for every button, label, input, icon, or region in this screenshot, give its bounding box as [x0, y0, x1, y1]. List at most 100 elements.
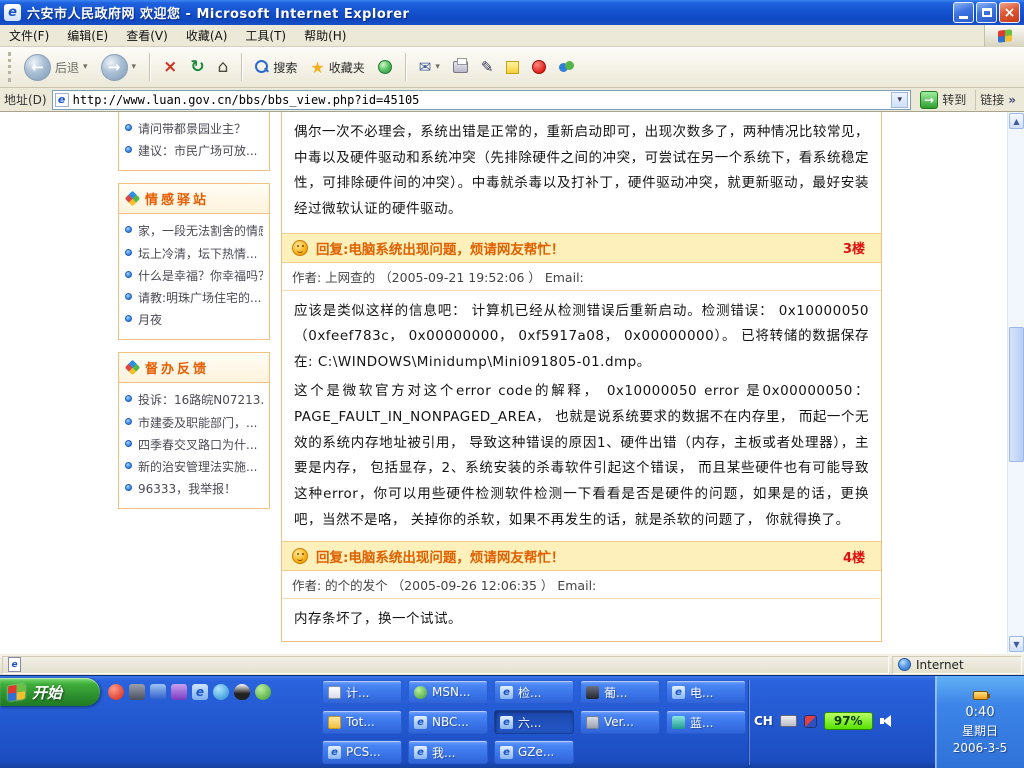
sidebar-link[interactable]: 请问带都景园业主？	[125, 118, 263, 140]
status-zone-panel: Internet	[892, 656, 1022, 674]
bullet-icon	[125, 315, 132, 322]
links-toolbar[interactable]: 链接 »	[975, 90, 1020, 110]
home-button[interactable]: ⌂	[213, 50, 234, 84]
sidebar-link[interactable]: 投诉：16路皖N07213...	[125, 389, 263, 411]
sidebar-link[interactable]: 请教:明珠广场住宅的...	[125, 287, 263, 309]
menu-favorites[interactable]: 收藏(A)	[177, 24, 237, 47]
battery-percent-badge[interactable]: 97%	[824, 712, 873, 730]
refresh-button[interactable]: ↻	[185, 50, 209, 84]
bullet-icon	[125, 395, 132, 402]
sidebar-link[interactable]: 市建委及职能部门，...	[125, 412, 263, 434]
ie-task-icon: e	[500, 746, 513, 759]
quick-launch-bar: e	[108, 681, 271, 703]
edit-button[interactable]: ✎	[476, 50, 499, 84]
qq-button[interactable]	[527, 50, 551, 84]
scroll-up-button[interactable]: ▲	[1009, 113, 1024, 129]
clock-panel[interactable]: 0:40 星期日 2006-3-5	[935, 676, 1024, 768]
menu-tools[interactable]: 工具(T)	[236, 24, 295, 47]
task-button[interactable]: MSN...	[408, 680, 488, 704]
show-desktop-icon[interactable]	[129, 684, 145, 700]
task-button[interactable]: 蓝...	[666, 710, 746, 734]
back-button[interactable]: ← 后退 ▾	[19, 50, 93, 84]
minimize-button[interactable]	[953, 2, 974, 23]
menu-help[interactable]: 帮助(H)	[295, 24, 355, 47]
favorites-button[interactable]: ★ 收藏夹	[305, 50, 369, 84]
task-button[interactable]: eGZe...	[494, 740, 574, 764]
qq-quick-icon[interactable]	[234, 684, 250, 700]
menu-edit[interactable]: 编辑(E)	[58, 24, 117, 47]
task-button[interactable]: e我...	[408, 740, 488, 764]
go-button[interactable]: → 转到	[916, 89, 970, 111]
menu-view[interactable]: 查看(V)	[117, 24, 177, 47]
sidebar-link[interactable]: 家，一段无法割舍的情感	[125, 220, 263, 242]
search-icon	[255, 60, 269, 74]
print-button[interactable]	[448, 50, 473, 84]
windows-logo-icon	[998, 29, 1012, 42]
reply-body: 内存条坏了，换一个试试。	[282, 599, 881, 641]
home-icon: ⌂	[218, 57, 229, 77]
sidebar-link[interactable]: 月夜	[125, 309, 263, 331]
task-button[interactable]: ePCS...	[322, 740, 402, 764]
maximize-button[interactable]	[976, 2, 997, 23]
ie-task-icon: e	[328, 746, 341, 759]
sidebar-section-header: 督办反馈	[119, 353, 269, 383]
address-url[interactable]: http://www.luan.gov.cn/bbs/bbs_view.php?…	[73, 93, 420, 107]
history-button[interactable]	[373, 50, 397, 84]
start-button[interactable]: 开始	[0, 678, 100, 706]
shield-tray-icon[interactable]	[804, 715, 817, 728]
toolbar-grip[interactable]	[8, 52, 12, 82]
keyboard-tray-icon[interactable]	[780, 715, 797, 727]
forward-dropdown-icon[interactable]: ▾	[132, 62, 137, 72]
sidebar-link[interactable]: 96333，我举报！	[125, 478, 263, 500]
mail-dropdown-icon[interactable]: ▾	[435, 62, 440, 72]
scrollbar-thumb[interactable]	[1009, 327, 1024, 462]
input-method-indicator[interactable]: CH	[754, 714, 773, 728]
menu-file[interactable]: 文件(F)	[0, 24, 58, 47]
bullet-icon	[125, 462, 132, 469]
task-button[interactable]: e检...	[494, 680, 574, 704]
msn-quick-icon[interactable]	[213, 684, 229, 700]
outlook-quick-icon[interactable]	[150, 684, 166, 700]
task-button[interactable]: 计...	[322, 680, 402, 704]
mail-button[interactable]: ✉ ▾	[414, 50, 445, 84]
sidebar-link[interactable]: 建议：市民广场可放...	[125, 140, 263, 162]
app-task-icon	[586, 686, 599, 699]
media-player-quick-icon[interactable]	[108, 684, 124, 700]
close-button[interactable]: ×	[999, 2, 1020, 23]
address-dropdown-button[interactable]: ▾	[891, 92, 908, 108]
sidebar-link[interactable]: 新的治安管理法实施...	[125, 456, 263, 478]
windows-logo-panel	[984, 25, 1024, 47]
forward-button[interactable]: → ▾	[96, 50, 142, 84]
status-left-panel: e	[2, 656, 889, 674]
sidebar-link[interactable]: 四季春交叉路口为什...	[125, 434, 263, 456]
task-button[interactable]: e电...	[666, 680, 746, 704]
title-bar[interactable]: e 六安市人民政府网 欢迎您 - Microsoft Internet Expl…	[0, 0, 1024, 25]
address-input[interactable]: e http://www.luan.gov.cn/bbs/bbs_view.ph…	[52, 90, 912, 110]
search-button[interactable]: 搜索	[250, 50, 302, 84]
messenger-quick-icon[interactable]	[255, 684, 271, 700]
task-button[interactable]: eNBC...	[408, 710, 488, 734]
emoji-icon	[292, 548, 308, 564]
sidebar-section-header: 情感驿站	[119, 184, 269, 214]
windows-flag-icon	[8, 683, 25, 700]
favorites-label: 收藏夹	[329, 59, 365, 76]
task-button[interactable]: Tot...	[322, 710, 402, 734]
task-button[interactable]: Ver...	[580, 710, 660, 734]
task-button[interactable]: 葡...	[580, 680, 660, 704]
sidebar-link[interactable]: 什么是幸福？你幸福吗？	[125, 265, 263, 287]
scroll-down-button[interactable]: ▼	[1009, 636, 1024, 652]
stop-button[interactable]: ×	[158, 50, 182, 84]
messenger-button[interactable]	[554, 50, 579, 84]
bullet-icon	[125, 440, 132, 447]
discuss-button[interactable]	[501, 50, 524, 84]
search-label: 搜索	[273, 59, 297, 76]
sidebar-link[interactable]: 坛上冷清，坛下热情...	[125, 243, 263, 265]
vertical-scrollbar[interactable]: ▲ ▼	[1007, 112, 1024, 653]
ie-quick-icon[interactable]: e	[192, 684, 208, 700]
back-dropdown-icon[interactable]: ▾	[83, 62, 88, 72]
discuss-icon	[506, 61, 519, 74]
winamp-quick-icon[interactable]	[171, 684, 187, 700]
forum-sidebar: 请问带都景园业主？ 建议：市民广场可放... 情感驿站 家，一段无法割舍的情感 …	[118, 112, 270, 521]
volume-icon[interactable]	[880, 715, 894, 727]
task-button-active[interactable]: e六...	[494, 710, 574, 734]
